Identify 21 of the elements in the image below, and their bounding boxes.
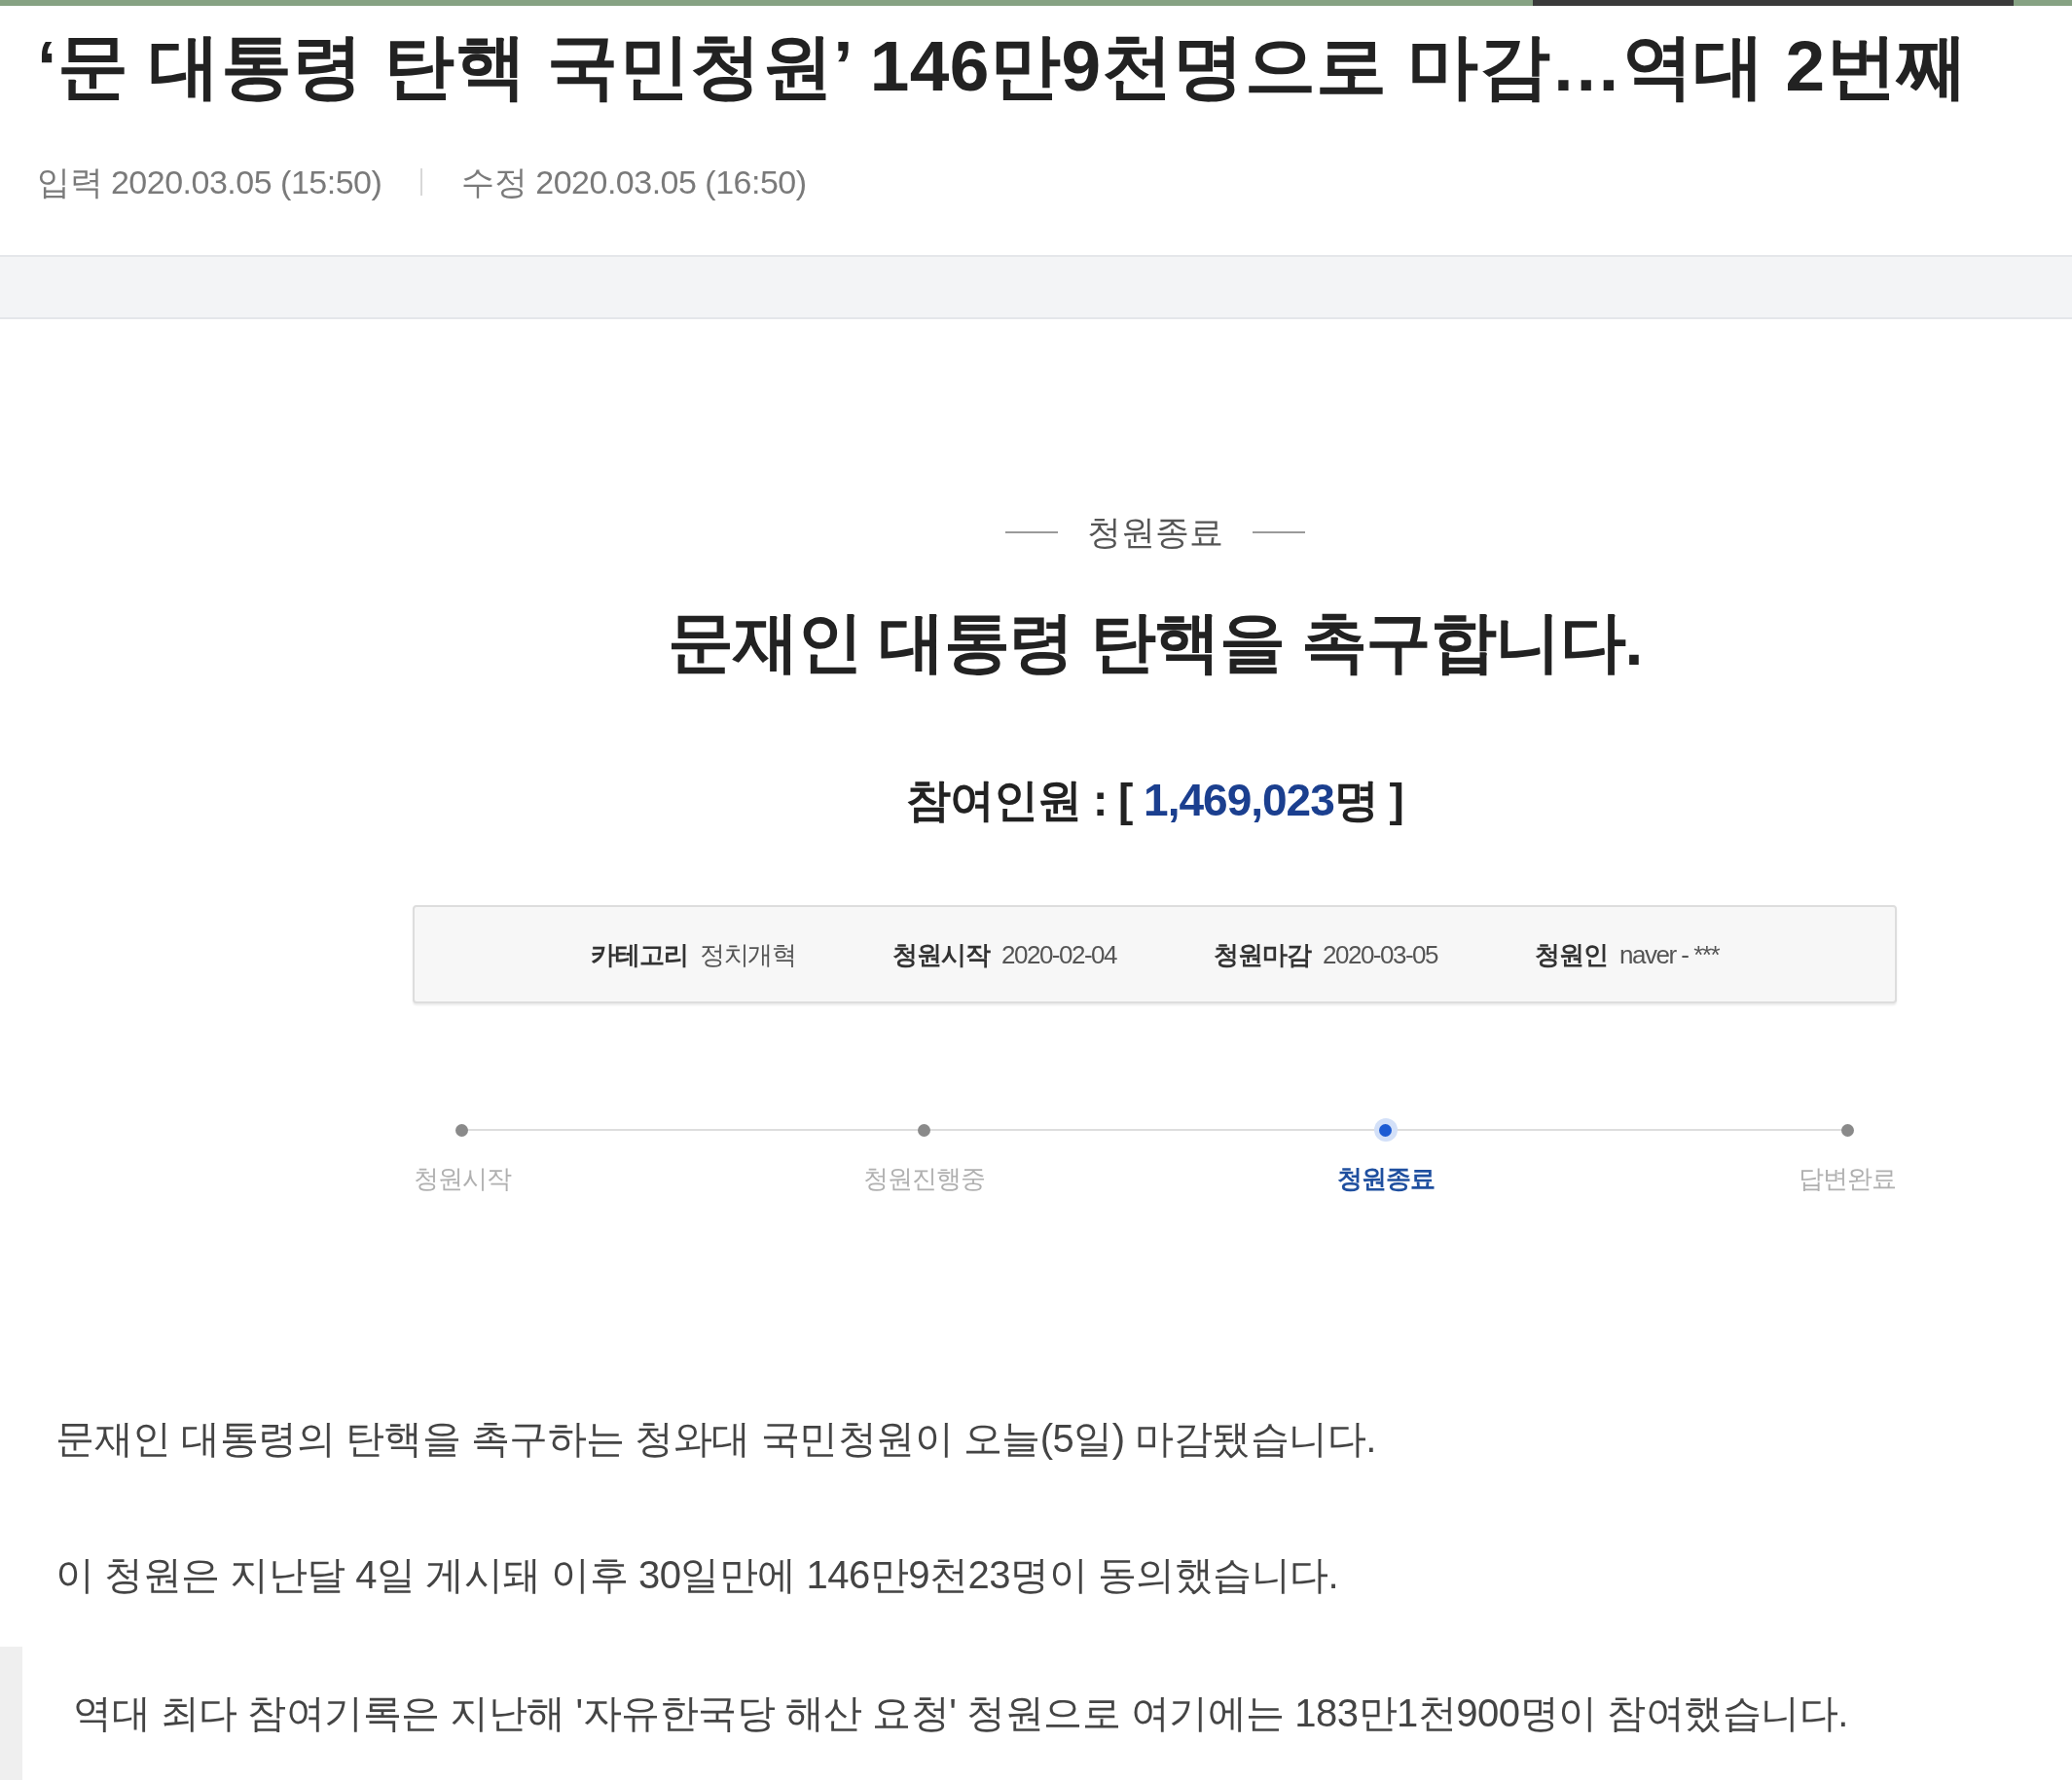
- detail-label: 청원인: [1535, 938, 1608, 970]
- detail-value: 2020-02-04: [1001, 938, 1116, 970]
- detail-value: 2020-03-05: [1323, 938, 1437, 970]
- excerpt-paragraph: 역대 최다 참여기록은 지난해 '자유한국당 해산 요청' 청원으로 여기에는 183만1천900명이 참여했습니다.: [73, 1690, 1849, 1736]
- detail-label: 청원마감: [1214, 938, 1311, 970]
- article-date: 입력 2020.03.05 (15:50): [37, 163, 382, 201]
- detail-value: naver - ***: [1619, 938, 1719, 970]
- step-label: 청원진행중: [862, 1163, 985, 1195]
- detail-label: 청원시작: [892, 938, 990, 970]
- article-title: ‘문 대통령 탄핵 국민청원’ 146만9천명으로 마감…역대 2번째: [37, 27, 1970, 105]
- petition-status: 청원종료: [1086, 512, 1223, 553]
- body-paragraph: 이 청원은 지난달 4일 게시돼 이후 30일만에 146만9천23명이 동의했습니다.: [55, 1552, 1340, 1598]
- step-label: 청원시작: [413, 1163, 511, 1195]
- step-label: 답변완료: [1799, 1163, 1897, 1195]
- petition-title: 문재인 대통령 탄핵을 촉구합니다.: [668, 603, 1642, 680]
- article-date: 수정 2020.03.05 (16:50): [461, 163, 807, 201]
- participant-count: 참여인원 : [ 1,469,023명 ]: [906, 774, 1403, 827]
- body-paragraph: 문재인 대통령의 탄핵을 촉구하는 청와대 국민청원이 오늘(5일) 마감됐습니다.: [55, 1416, 1377, 1462]
- detail-label: 카테고리: [591, 938, 688, 970]
- step-label: 청원종료: [1336, 1163, 1435, 1195]
- detail-value: 정치개혁: [700, 938, 795, 970]
